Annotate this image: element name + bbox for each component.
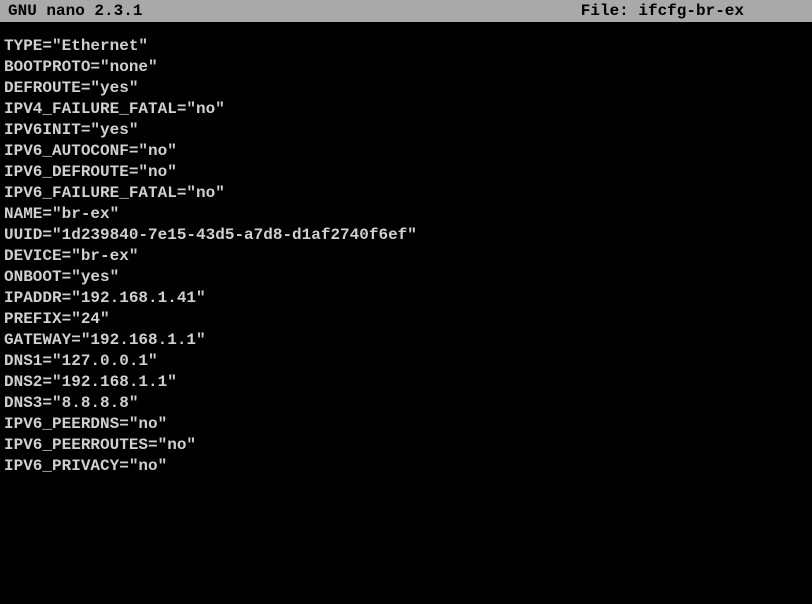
editor-area[interactable]: TYPE="Ethernet"BOOTPROTO="none"DEFROUTE=…	[0, 22, 812, 481]
editor-line[interactable]: GATEWAY="192.168.1.1"	[4, 330, 808, 351]
editor-line[interactable]: IPV6INIT="yes"	[4, 120, 808, 141]
editor-line[interactable]: IPV6_PEERDNS="no"	[4, 414, 808, 435]
editor-line[interactable]: IPV6_AUTOCONF="no"	[4, 141, 808, 162]
editor-line[interactable]: DEFROUTE="yes"	[4, 78, 808, 99]
file-name-label: File: ifcfg-br-ex	[581, 2, 744, 20]
titlebar: GNU nano 2.3.1 File: ifcfg-br-ex	[0, 0, 812, 22]
editor-line[interactable]: IPV6_PEERROUTES="no"	[4, 435, 808, 456]
editor-line[interactable]: DNS3="8.8.8.8"	[4, 393, 808, 414]
editor-line[interactable]: IPV6_FAILURE_FATAL="no"	[4, 183, 808, 204]
editor-line[interactable]: IPV6_DEFROUTE="no"	[4, 162, 808, 183]
editor-line[interactable]: UUID="1d239840-7e15-43d5-a7d8-d1af2740f6…	[4, 225, 808, 246]
editor-line[interactable]: DNS2="192.168.1.1"	[4, 372, 808, 393]
editor-line[interactable]: NAME="br-ex"	[4, 204, 808, 225]
editor-line[interactable]: BOOTPROTO="none"	[4, 57, 808, 78]
editor-line[interactable]: ONBOOT="yes"	[4, 267, 808, 288]
app-name-version: GNU nano 2.3.1	[8, 2, 142, 20]
editor-line[interactable]: DEVICE="br-ex"	[4, 246, 808, 267]
editor-line[interactable]: TYPE="Ethernet"	[4, 36, 808, 57]
editor-line[interactable]: IPV4_FAILURE_FATAL="no"	[4, 99, 808, 120]
editor-line[interactable]: IPADDR="192.168.1.41"	[4, 288, 808, 309]
editor-line[interactable]: PREFIX="24"	[4, 309, 808, 330]
editor-line[interactable]: IPV6_PRIVACY="no"	[4, 456, 808, 477]
editor-line[interactable]: DNS1="127.0.0.1"	[4, 351, 808, 372]
